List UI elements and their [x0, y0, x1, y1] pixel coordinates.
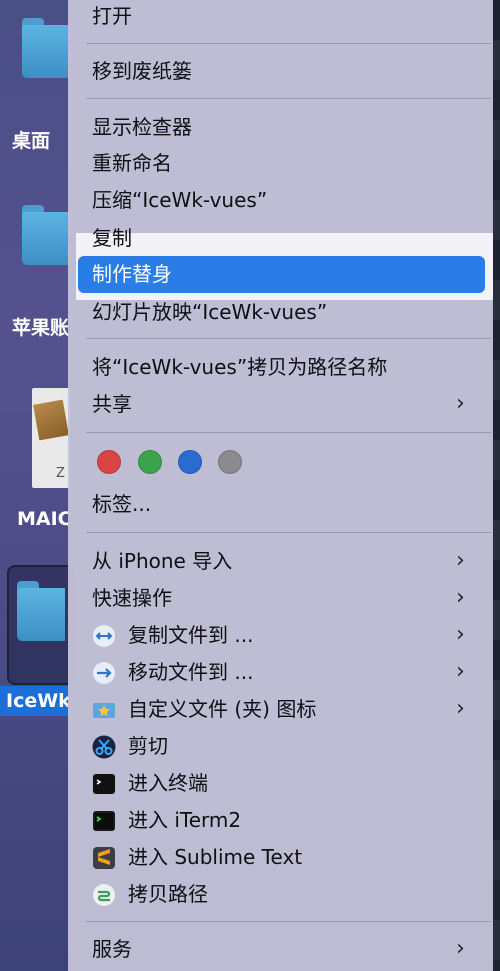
- scissors-icon: [92, 735, 116, 759]
- desktop-strip: 桌面 苹果账 Z MAIC IceWk: [0, 0, 75, 971]
- menu-item-label: 打开: [92, 4, 132, 28]
- menu-item-custom-icon[interactable]: 自定义文件 (夹) 图标 ›: [68, 691, 493, 727]
- menu-item-rename[interactable]: 重新命名: [68, 145, 493, 181]
- menu-item-copy-files-to[interactable]: 复制文件到 ... ›: [68, 617, 493, 653]
- menu-item-label: 移动文件到 ...: [128, 660, 254, 684]
- menu-item-label: 显示检查器: [92, 115, 192, 139]
- menu-item-label: 进入终端: [128, 771, 208, 795]
- menu-item-open-iterm2[interactable]: 进入 iTerm2: [68, 802, 493, 838]
- context-menu-items: 打开 移到废纸篓 显示检查器 重新命名 压缩“IceWk-vues” 复制 制作…: [68, 0, 493, 971]
- menu-item-import-from-iphone[interactable]: 从 iPhone 导入 ›: [68, 543, 493, 579]
- folder-icon[interactable]: [22, 18, 70, 78]
- menu-item-copy-path[interactable]: 拷贝路径: [68, 876, 493, 912]
- menu-item-label: 拷贝路径: [128, 882, 208, 906]
- menu-item-label: 从 iPhone 导入: [92, 549, 233, 573]
- menu-item-label: 标签...: [92, 492, 152, 516]
- menu-separator: [86, 921, 491, 922]
- iterm2-icon: [93, 811, 115, 831]
- star-folder-icon: [93, 703, 115, 718]
- selected-folder-highlight[interactable]: [7, 565, 75, 685]
- desktop-item-label[interactable]: MAIC: [0, 508, 70, 530]
- menu-separator: [86, 532, 491, 533]
- menu-item-copy[interactable]: 复制: [68, 220, 493, 256]
- menu-item-label: 将“IceWk-vues”拷贝为路径名称: [92, 355, 388, 379]
- menu-item-label: 自定义文件 (夹) 图标: [128, 697, 317, 721]
- menu-item-copy-as-pathname[interactable]: 将“IceWk-vues”拷贝为路径名称: [68, 349, 493, 385]
- chevron-right-icon: ›: [456, 696, 465, 721]
- menu-item-label: 剪切: [128, 734, 168, 758]
- tag-color-green[interactable]: [138, 450, 162, 474]
- archive-letter: Z: [56, 466, 65, 481]
- archive-icon[interactable]: Z: [32, 388, 70, 488]
- chevron-right-icon: ›: [456, 548, 465, 573]
- menu-item-move-files-to[interactable]: 移动文件到 ... ›: [68, 654, 493, 690]
- menu-item-compress[interactable]: 压缩“IceWk-vues”: [68, 182, 493, 218]
- sublime-text-icon: [93, 847, 115, 869]
- menu-item-tags[interactable]: 标签...: [68, 486, 493, 522]
- menu-item-slideshow[interactable]: 幻灯片放映“IceWk-vues”: [68, 294, 493, 330]
- menu-item-label: 快速操作: [92, 586, 172, 610]
- chevron-right-icon: ›: [456, 659, 465, 684]
- terminal-icon: [93, 774, 115, 794]
- menu-item-label: 服务: [92, 937, 132, 961]
- tag-color-gray[interactable]: [218, 450, 242, 474]
- menu-item-share[interactable]: 共享 ›: [68, 386, 493, 422]
- menu-item-label: 移到废纸篓: [92, 59, 192, 83]
- menu-item-label: 幻灯片放映“IceWk-vues”: [92, 300, 328, 324]
- menu-separator: [86, 43, 491, 44]
- chevron-right-icon: ›: [456, 585, 465, 610]
- menu-item-label: 复制文件到 ...: [128, 623, 254, 647]
- menu-item-open-sublime[interactable]: 进入 Sublime Text: [68, 839, 493, 875]
- menu-item-label: 重新命名: [92, 151, 172, 175]
- chevron-right-icon: ›: [456, 936, 465, 961]
- menu-item-open-terminal[interactable]: 进入终端: [68, 765, 493, 801]
- menu-item-label: 进入 iTerm2: [128, 808, 242, 832]
- menu-item-make-alias[interactable]: 制作替身: [68, 256, 493, 292]
- tag-color-red[interactable]: [97, 450, 121, 474]
- copy-arrows-icon: [93, 625, 115, 647]
- copy-path-icon: [93, 884, 115, 906]
- menu-item-label: 制作替身: [92, 262, 172, 286]
- menu-separator: [86, 98, 491, 99]
- tag-color-blue[interactable]: [178, 450, 202, 474]
- menu-item-move-to-trash[interactable]: 移到废纸篓: [68, 53, 493, 89]
- menu-separator: [86, 432, 491, 433]
- move-arrow-icon: [93, 662, 115, 684]
- chevron-right-icon: ›: [456, 391, 465, 416]
- menu-item-show-inspector[interactable]: 显示检查器: [68, 109, 493, 145]
- selected-folder-label[interactable]: IceWk: [0, 686, 70, 716]
- desktop-item-label[interactable]: 苹果账: [0, 313, 70, 340]
- menu-item-label: 压缩“IceWk-vues”: [92, 188, 268, 212]
- desktop-item-label[interactable]: 桌面: [0, 126, 70, 153]
- menu-item-label: 复制: [92, 226, 132, 250]
- menu-item-open[interactable]: 打开: [68, 0, 493, 34]
- folder-icon: [17, 581, 65, 641]
- folder-icon[interactable]: [22, 205, 70, 265]
- menu-item-services[interactable]: 服务 ›: [68, 931, 493, 967]
- menu-separator: [86, 338, 491, 339]
- menu-item-label: 共享: [92, 392, 132, 416]
- menu-item-cut[interactable]: 剪切: [68, 728, 493, 764]
- menu-item-label: 进入 Sublime Text: [128, 845, 303, 869]
- menu-item-quick-actions[interactable]: 快速操作 ›: [68, 580, 493, 616]
- chevron-right-icon: ›: [456, 622, 465, 647]
